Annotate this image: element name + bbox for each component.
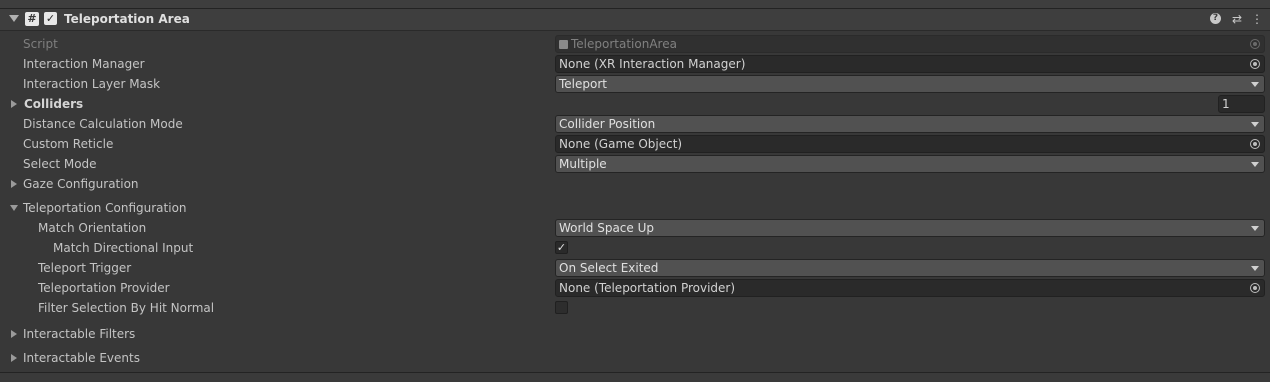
component-title: Teleportation Area (64, 12, 190, 26)
preset-icon[interactable]: ⇄ (1230, 12, 1244, 26)
select-mode-label: Select Mode (23, 157, 97, 171)
match-directional-input-row: Match Directional Input ✓ (0, 238, 1270, 258)
interactable-filters-foldout[interactable]: Interactable Filters (0, 324, 1270, 344)
filter-selection-by-hit-normal-row: Filter Selection By Hit Normal (0, 298, 1270, 318)
script-value: TeleportationArea (571, 37, 677, 51)
foldout-collapsed-icon[interactable] (11, 180, 17, 188)
interaction-manager-field[interactable]: None (XR Interaction Manager) (555, 55, 1265, 73)
select-mode-value: Multiple (559, 157, 607, 171)
script-label: Script (23, 37, 58, 51)
select-mode-row: Select Mode Multiple (0, 154, 1270, 174)
gaze-configuration-label[interactable]: Gaze Configuration (23, 177, 139, 191)
interaction-manager-row: Interaction Manager None (XR Interaction… (0, 54, 1270, 74)
interaction-manager-label: Interaction Manager (23, 57, 145, 71)
teleport-trigger-row: Teleport Trigger On Select Exited (0, 258, 1270, 278)
dropdown-arrow-icon (1251, 226, 1259, 231)
teleport-trigger-label: Teleport Trigger (38, 261, 132, 275)
custom-reticle-row: Custom Reticle None (Game Object) (0, 134, 1270, 154)
foldout-expanded-icon[interactable] (10, 205, 18, 211)
foldout-collapsed-icon[interactable] (11, 330, 17, 338)
dropdown-arrow-icon (1251, 122, 1259, 127)
filter-selection-by-hit-normal-label: Filter Selection By Hit Normal (38, 301, 215, 315)
teleportation-provider-label: Teleportation Provider (38, 281, 170, 295)
distance-calculation-mode-row: Distance Calculation Mode Collider Posit… (0, 114, 1270, 134)
foldout-collapsed-icon[interactable] (11, 354, 17, 362)
component-header[interactable]: # ✓ Teleportation Area ? ⇄ ⋮ (0, 9, 1270, 31)
interaction-manager-value: None (XR Interaction Manager) (559, 57, 746, 71)
dropdown-arrow-icon (1251, 82, 1259, 87)
match-orientation-value: World Space Up (559, 221, 654, 235)
select-mode-dropdown[interactable]: Multiple (555, 155, 1265, 173)
filter-selection-by-hit-normal-checkbox[interactable] (555, 301, 568, 314)
teleportation-provider-row: Teleportation Provider None (Teleportati… (0, 278, 1270, 298)
teleportation-provider-value: None (Teleportation Provider) (559, 281, 736, 295)
colliders-size-field[interactable]: 1 (1218, 95, 1265, 113)
custom-reticle-value: None (Game Object) (559, 137, 683, 151)
object-picker-icon[interactable] (1250, 283, 1260, 293)
dropdown-arrow-icon (1251, 162, 1259, 167)
interactable-events-label[interactable]: Interactable Events (23, 351, 140, 365)
interaction-layer-mask-value: Teleport (559, 77, 607, 91)
colliders-label[interactable]: Colliders (24, 97, 83, 111)
colliders-row: Colliders 1 (0, 94, 1270, 114)
custom-reticle-label: Custom Reticle (23, 137, 114, 151)
inspector-top-separator (0, 0, 1270, 9)
foldout-collapsed-icon[interactable] (11, 100, 17, 108)
script-row: Script TeleportationArea (0, 34, 1270, 54)
interaction-layer-mask-dropdown[interactable]: Teleport (555, 75, 1265, 93)
component-enabled-checkbox[interactable]: ✓ (44, 12, 57, 25)
interactable-filters-label[interactable]: Interactable Filters (23, 327, 135, 341)
colliders-size-value: 1 (1222, 97, 1230, 111)
script-icon: # (25, 12, 39, 26)
teleportation-configuration-foldout[interactable]: Teleportation Configuration (0, 198, 1270, 218)
help-icon[interactable]: ? (1210, 13, 1221, 24)
match-orientation-row: Match Orientation World Space Up (0, 218, 1270, 238)
match-orientation-dropdown[interactable]: World Space Up (555, 219, 1265, 237)
teleportation-configuration-label[interactable]: Teleportation Configuration (23, 201, 187, 215)
dropdown-arrow-icon (1251, 266, 1259, 271)
kebab-menu-icon[interactable]: ⋮ (1250, 12, 1264, 26)
teleportation-provider-field[interactable]: None (Teleportation Provider) (555, 279, 1265, 297)
custom-reticle-field[interactable]: None (Game Object) (555, 135, 1265, 153)
distance-calculation-mode-dropdown[interactable]: Collider Position (555, 115, 1265, 133)
interaction-layer-mask-label: Interaction Layer Mask (23, 77, 161, 91)
interaction-layer-mask-row: Interaction Layer Mask Teleport (0, 74, 1270, 94)
match-directional-input-label: Match Directional Input (53, 241, 194, 255)
match-orientation-label: Match Orientation (38, 221, 147, 235)
object-picker-icon[interactable] (1250, 139, 1260, 149)
interactable-events-foldout[interactable]: Interactable Events (0, 348, 1270, 368)
script-field: TeleportationArea (555, 35, 1265, 53)
teleport-trigger-dropdown[interactable]: On Select Exited (555, 259, 1265, 277)
foldout-expanded-icon[interactable] (9, 15, 19, 22)
gaze-configuration-foldout[interactable]: Gaze Configuration (0, 174, 1270, 194)
distance-calculation-mode-value: Collider Position (559, 117, 656, 131)
distance-calculation-mode-label: Distance Calculation Mode (23, 117, 183, 131)
object-picker-icon (1250, 39, 1260, 49)
teleport-trigger-value: On Select Exited (559, 261, 659, 275)
match-directional-input-checkbox[interactable]: ✓ (555, 241, 568, 254)
object-picker-icon[interactable] (1250, 59, 1260, 69)
script-asset-icon (559, 40, 568, 49)
